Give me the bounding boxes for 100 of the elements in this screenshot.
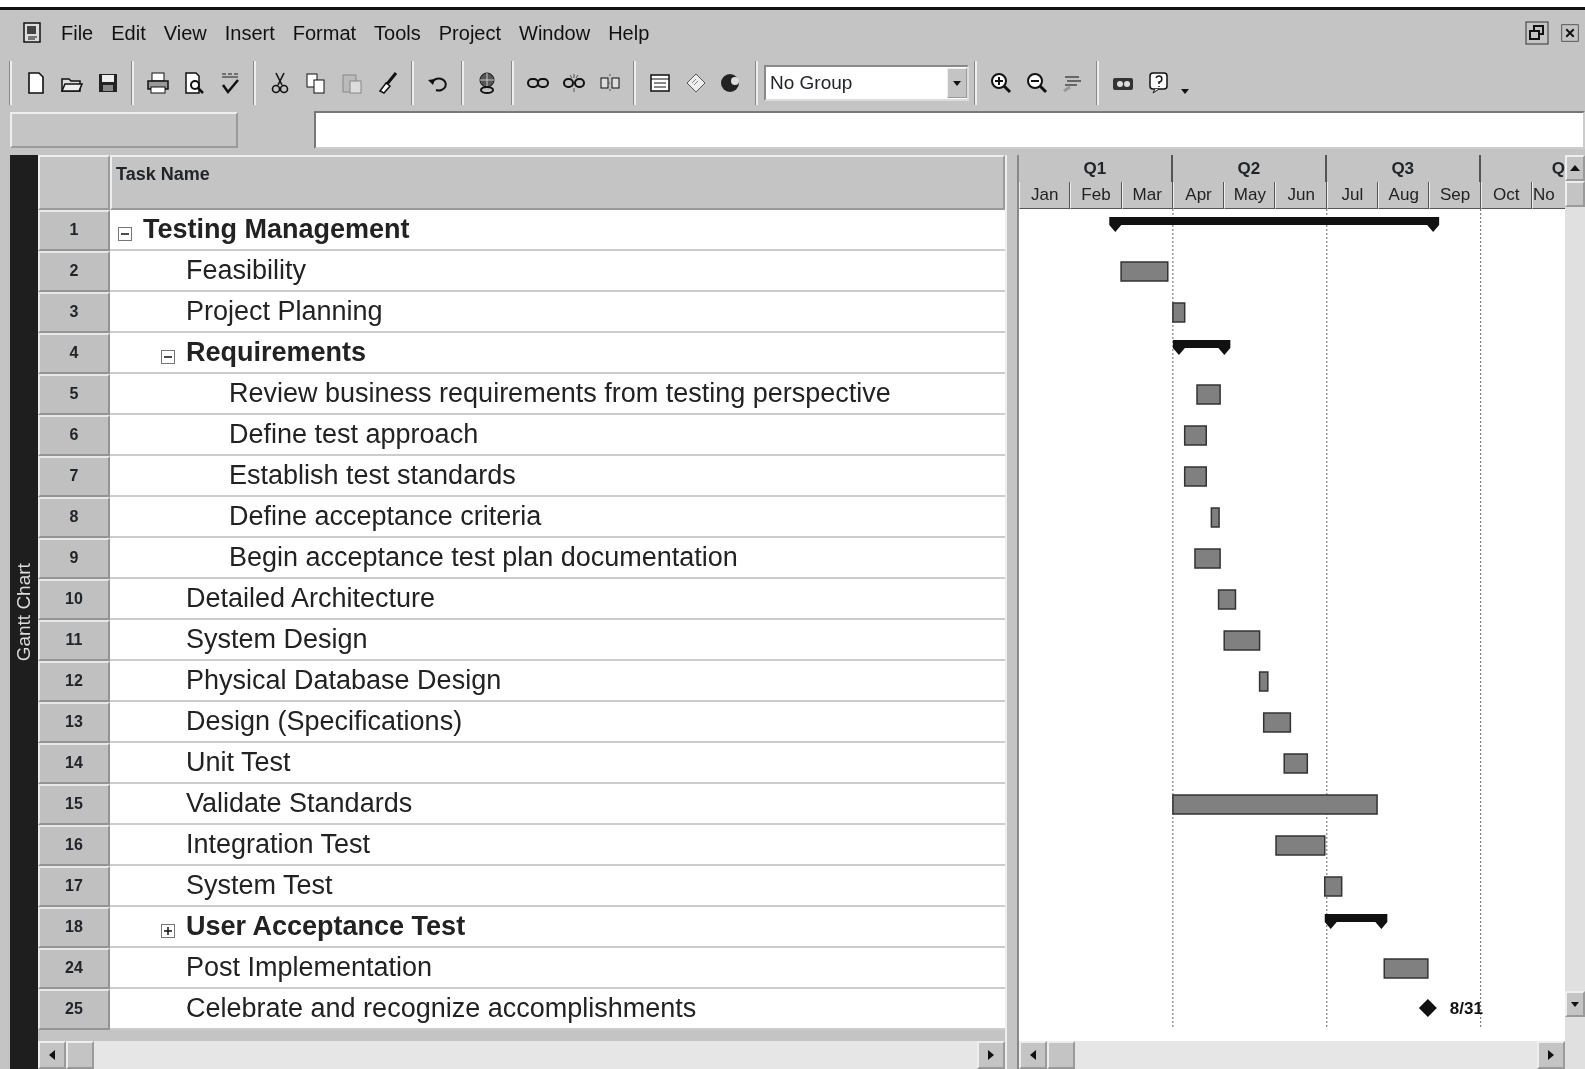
row-number: 6 [38,415,110,456]
month-label: Mar [1121,182,1173,209]
task-name: Unit Test [186,746,291,779]
scroll-left-button[interactable] [1019,1041,1047,1069]
save-icon[interactable] [96,71,120,95]
scroll-left-button[interactable] [38,1041,66,1069]
paintbrush-icon[interactable] [376,71,400,95]
task-name: Celebrate and recognize accomplishments [186,992,697,1025]
task-name: Testing Management [143,213,410,246]
row-number: 25 [38,989,110,1030]
row-number: 18 [38,907,110,948]
zoom-out-icon[interactable] [1025,71,1049,95]
menu-item[interactable]: File [52,17,103,48]
row-number: 4 [38,333,110,374]
menu-item[interactable]: Edit [102,17,155,48]
task-name: System Test [186,869,333,902]
menu-item[interactable]: Insert [215,17,284,48]
month-label: Aug [1378,182,1430,209]
task-bar [1196,384,1221,405]
view-bar-label: Gantt Chart [11,562,35,662]
task-name: Feasibility [186,254,307,287]
row-number: 14 [38,743,110,784]
month-label: Jun [1275,182,1327,209]
row-number: 15 [38,784,110,825]
menu-item[interactable]: Window [510,17,600,48]
entry-field[interactable] [314,111,1585,149]
task-bar [1183,466,1207,487]
month-label: Jul [1326,182,1379,209]
task-bar [1324,876,1343,897]
task-name: Project Planning [186,295,383,328]
menu-item[interactable]: View [154,17,216,48]
print-icon[interactable] [146,71,170,95]
row-number: 24 [38,948,110,989]
menu-item[interactable]: Help [599,17,659,48]
task-bar [1172,302,1186,323]
menu-item[interactable]: Project [429,17,511,48]
row-number: 2 [38,251,110,292]
task-bar [1275,835,1326,856]
task-bar [1383,958,1429,979]
row-number: 10 [38,579,110,620]
task-bar [1217,589,1237,610]
row-number: 5 [38,374,110,415]
note-icon[interactable] [684,71,708,95]
task-name: Design (Specifications) [186,705,463,738]
collapse-icon[interactable] [161,350,175,365]
row-number: 11 [38,620,110,661]
task-name: User Acceptance Test [186,910,466,943]
list-icon[interactable] [648,71,672,95]
scroll-up-button[interactable] [1565,155,1585,181]
task-name: System Design [186,623,368,656]
task-name: Post Implementation [186,951,433,984]
column-header[interactable]: Task Name [110,155,1005,210]
task-bar [1262,712,1292,733]
collapse-icon[interactable] [118,227,132,242]
row-number: 17 [38,866,110,907]
month-label: Jan [1019,182,1071,209]
row-number: 12 [38,661,110,702]
row-number: 1 [38,210,110,251]
help-icon[interactable] [1147,71,1171,95]
task-bar [1223,630,1261,651]
scrollbar-thumb[interactable] [66,1041,94,1069]
print-preview-icon[interactable] [182,71,206,95]
scroll-down-button[interactable] [1565,991,1585,1017]
copy-icon[interactable] [304,71,328,95]
task-bar [1194,548,1221,569]
task-name: Physical Database Design [186,664,502,697]
menu-item[interactable]: Format [283,17,366,48]
scroll-right-button[interactable] [1537,1041,1565,1069]
task-bar [1283,753,1309,774]
scroll-right-button[interactable] [977,1041,1005,1069]
month-label: Sep [1429,182,1481,209]
task-name: Define test approach [229,418,479,451]
restore-icon[interactable] [1525,20,1549,45]
toolbar-options-icon[interactable] [1181,88,1189,94]
summary-bar [1324,914,1388,929]
task-bar [1210,507,1220,528]
task-bar [1120,261,1169,282]
expand-icon[interactable] [161,924,175,939]
task-name: Review business requirements from testing perspective [229,377,891,410]
row-number: 3 [38,292,110,333]
group-dropdown[interactable]: No Group [764,65,969,101]
unlink-icon[interactable] [562,71,586,95]
row-number: 7 [38,456,110,497]
milestone-diamond [1418,999,1437,1017]
task-name: Validate Standards [186,787,413,820]
summary-bar [1172,340,1231,355]
scrollbar-thumb[interactable] [1565,181,1585,207]
month-label: May [1224,182,1276,209]
scrollbar-thumb[interactable] [1047,1041,1075,1069]
task-name: Establish test standards [229,459,516,492]
month-label: Oct [1480,182,1532,209]
row-number: 9 [38,538,110,579]
menu-item[interactable]: Tools [365,17,430,48]
zoom-in-icon[interactable] [989,71,1013,95]
row-number: 13 [38,702,110,743]
task-name: Begin acceptance test plan documentation [229,541,738,574]
task-name: Detailed Architecture [186,582,436,615]
month-label: Feb [1070,182,1122,209]
task-bar [1258,671,1269,692]
task-name: Integration Test [186,828,371,861]
